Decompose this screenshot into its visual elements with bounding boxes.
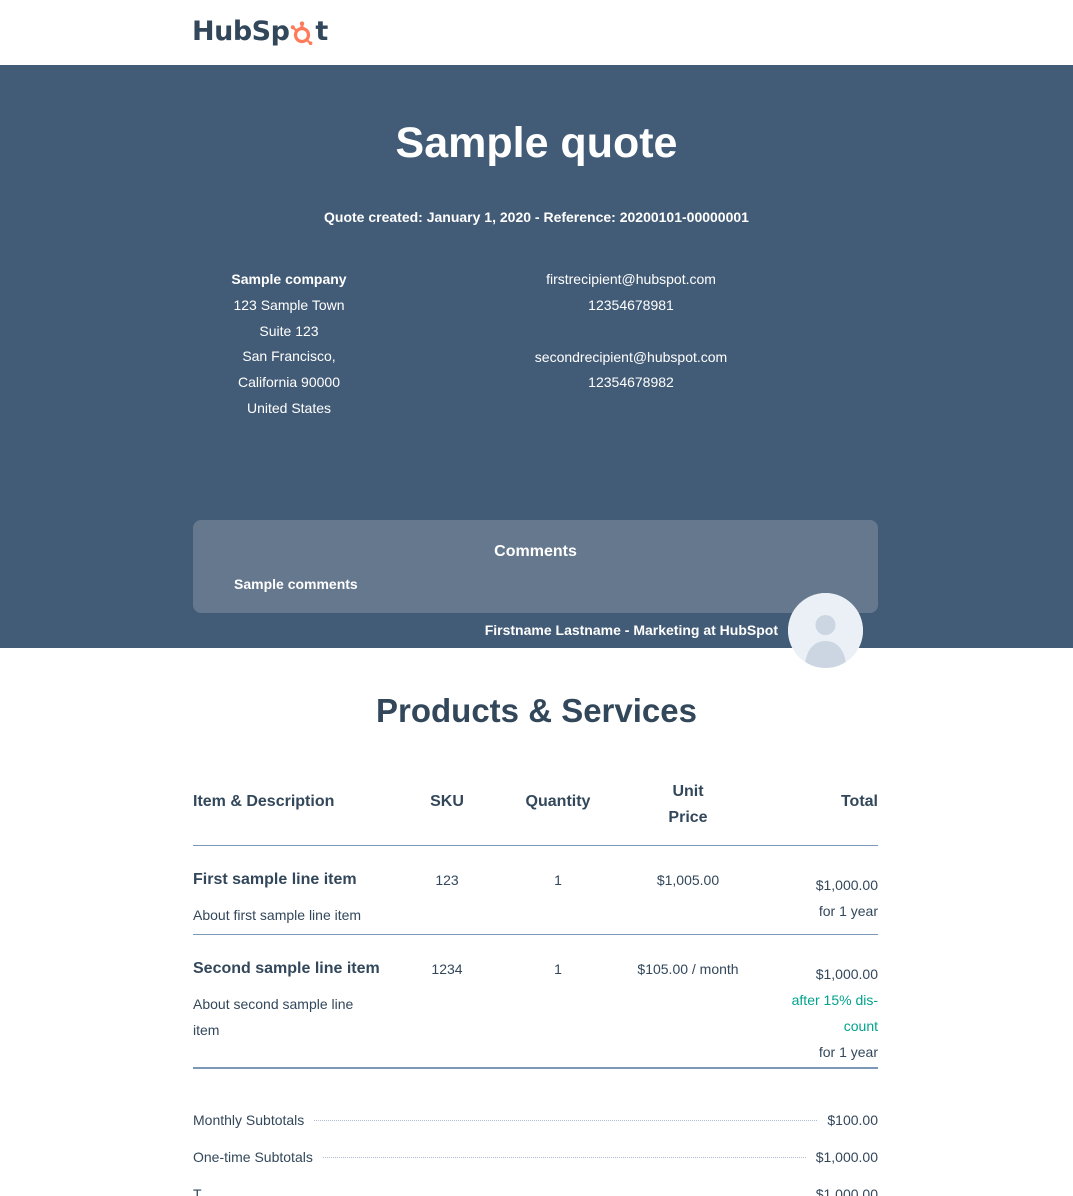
- item-term: for 1 year: [818, 903, 878, 919]
- table-header: Item & Description SKU Quantity Unit Pri…: [193, 770, 878, 846]
- recipient-phone: 12354678982: [588, 374, 674, 391]
- subtotal-label: One-time Subtotals: [193, 1149, 313, 1165]
- item-name: First sample line item: [193, 871, 357, 888]
- item-discount: count: [843, 1018, 878, 1034]
- column-header-item: Item & Description: [193, 793, 335, 810]
- comments-heading: Comments: [494, 543, 577, 560]
- item-sku: 1234: [431, 961, 463, 977]
- company-address: Sample company 123 Sample Town Suite 123…: [200, 267, 378, 422]
- recipient-email[interactable]: secondrecipient@hubspot.com: [490, 345, 772, 371]
- column-header-quantity: Quantity: [525, 793, 591, 810]
- quote-title: Sample quote: [395, 119, 678, 167]
- item-total: $1,000.00 for 1 year: [768, 872, 878, 924]
- column-header-total: Total: [840, 793, 878, 810]
- unit-price-header-line: Price: [668, 809, 708, 826]
- item-quantity: 1: [554, 961, 562, 977]
- logo-text-suffix: t: [315, 15, 328, 47]
- signer-name: Firstname Lastname - Marketing at HubSpo…: [484, 622, 778, 638]
- item-total-value: $1,000.00: [815, 966, 878, 982]
- subtotal-row: T $1,000.00: [193, 1186, 878, 1196]
- item-name: Second sample line item: [193, 960, 380, 977]
- subtotal-label: T: [193, 1186, 202, 1196]
- dotted-leader: [314, 1120, 818, 1121]
- item-sku: 123: [435, 872, 459, 888]
- dotted-leader: [212, 1194, 806, 1195]
- sprocket-icon: [290, 21, 314, 45]
- quote-header: Sample quote Quote created: January 1, 2…: [0, 65, 1073, 668]
- subtotal-row: Monthly Subtotals $100.00: [193, 1112, 878, 1149]
- subtotal-value: $1,000.00: [815, 1186, 878, 1196]
- table-row: Second sample line item About second sam…: [193, 935, 878, 1069]
- company-name: Sample company: [231, 271, 347, 287]
- hubspot-logo: HubSp t: [192, 11, 328, 51]
- item-unit-price: $1,005.00: [656, 872, 720, 888]
- item-total-value: $1,000.00: [815, 877, 878, 893]
- recipients: firstrecipient@hubspot.com 12354678981 s…: [490, 267, 772, 396]
- item-unit-price: $105.00 / month: [637, 961, 739, 977]
- top-bar: HubSp t: [0, 0, 1073, 65]
- table-row: First sample line item About first sampl…: [193, 846, 878, 935]
- recipient-phone: 12354678981: [588, 296, 674, 313]
- item-description: About second sample line item: [193, 996, 354, 1038]
- column-header-sku: SKU: [430, 793, 464, 810]
- item-term: for 1 year: [818, 1044, 878, 1060]
- subtotal-value: $1,000.00: [815, 1149, 878, 1165]
- subtotal-label: Monthly Subtotals: [193, 1112, 305, 1128]
- subtotals: Monthly Subtotals $100.00 One-time Subto…: [193, 1112, 878, 1196]
- address-line: Suite 123: [259, 322, 319, 339]
- comments-body: Sample comments: [234, 576, 358, 592]
- dotted-leader: [322, 1157, 806, 1158]
- address-line: California 90000: [238, 374, 340, 391]
- column-header-unit-price: Unit Price: [628, 779, 748, 831]
- item-description: About first sample line item: [193, 907, 362, 923]
- address-line: United States: [246, 399, 332, 416]
- unit-price-header-line: Unit: [672, 783, 704, 800]
- logo-text-prefix: HubSp: [192, 15, 290, 47]
- subtotal-row: One-time Subtotals $1,000.00: [193, 1149, 878, 1186]
- products-title: Products & Services: [376, 692, 697, 729]
- quote-meta: Quote created: January 1, 2020 - Referen…: [324, 209, 749, 225]
- item-discount: after 15% dis-: [791, 992, 878, 1008]
- comments-box: Comments Sample comments: [193, 520, 878, 613]
- item-quantity: 1: [554, 872, 562, 888]
- user-avatar-icon: [788, 593, 863, 668]
- address-line: San Francisco,: [242, 348, 336, 365]
- item-total: $1,000.00 after 15% dis- count for 1 yea…: [768, 961, 878, 1065]
- subtotal-value: $100.00: [827, 1112, 878, 1128]
- recipient-email[interactable]: firstrecipient@hubspot.com: [490, 267, 772, 293]
- line-items-table: Item & Description SKU Quantity Unit Pri…: [193, 770, 878, 1069]
- address-line: 123 Sample Town: [233, 296, 345, 313]
